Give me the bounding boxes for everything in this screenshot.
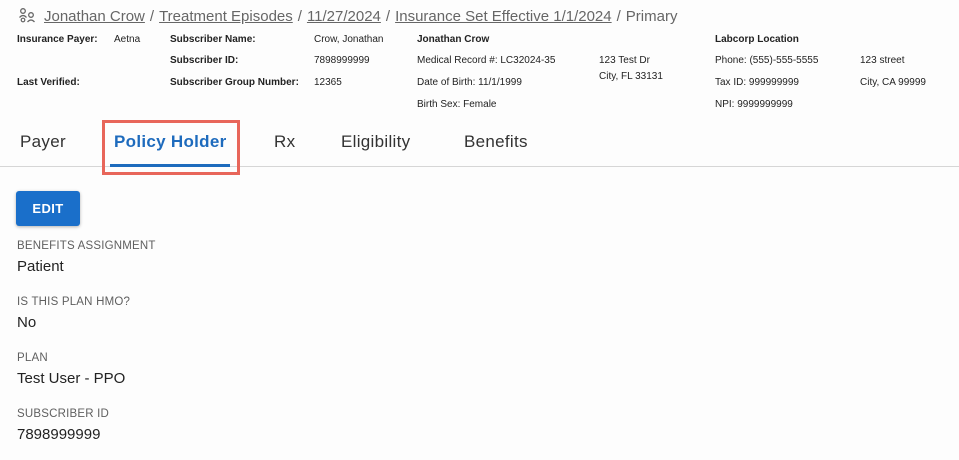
plan-value: Test User - PPO (17, 370, 126, 387)
insurance-payer-value: Aetna (114, 34, 141, 45)
breadcrumb-separator: / (297, 7, 302, 25)
subscriber-id-field-label: SUBSCRIBER ID (17, 408, 110, 420)
breadcrumb-current: Primary (625, 7, 678, 25)
plan-label: PLAN (17, 352, 48, 364)
patient-dob: Date of Birth: 11/1/1999 (417, 77, 522, 88)
subscriber-group-value: 12365 (314, 77, 342, 88)
breadcrumb-separator: / (616, 7, 621, 25)
tab-rx[interactable]: Rx (274, 132, 295, 152)
plan-hmo-label: IS THIS PLAN HMO? (17, 296, 131, 308)
last-verified-label: Last Verified: (17, 77, 80, 88)
location-tax-id: Tax ID: 999999999 (715, 77, 799, 88)
patient-name: Jonathan Crow (417, 34, 490, 45)
benefits-assignment-label: BENEFITS ASSIGNMENT (17, 240, 156, 252)
tab-payer[interactable]: Payer (20, 132, 66, 152)
location-npi: NPI: 9999999999 (715, 99, 793, 110)
tab-benefits[interactable]: Benefits (464, 132, 528, 152)
subscriber-group-label: Subscriber Group Number: (170, 77, 299, 88)
patient-medical-record: Medical Record #: LC32024-35 (417, 55, 556, 66)
patient-address-line2: City, FL 33131 (599, 71, 663, 82)
subscriber-name-label: Subscriber Name: (170, 34, 256, 45)
location-address-line1: 123 street (860, 55, 905, 66)
subscriber-id-label: Subscriber ID: (170, 55, 239, 66)
people-group-icon (18, 7, 38, 25)
subscriber-name-value: Crow, Jonathan (314, 34, 384, 45)
location-name: Labcorp Location (715, 34, 799, 45)
insurance-payer-label: Insurance Payer: (17, 34, 98, 45)
benefits-assignment-value: Patient (17, 258, 64, 275)
breadcrumb-link-patient[interactable]: Jonathan Crow (44, 8, 145, 25)
highlight-box (102, 120, 240, 175)
breadcrumb-separator: / (385, 7, 391, 25)
tab-eligibility[interactable]: Eligibility (341, 132, 410, 152)
location-phone: Phone: (555)-555-5555 (715, 55, 819, 66)
subscriber-id-value: 7898999999 (314, 55, 370, 66)
patient-birth-sex: Birth Sex: Female (417, 99, 497, 110)
subscriber-id-field-value: 7898999999 (17, 426, 101, 443)
breadcrumb: Jonathan Crow / Treatment Episodes / 11/… (18, 6, 677, 26)
breadcrumb-link-insurance-set[interactable]: Insurance Set Effective 1/1/2024 (395, 8, 612, 25)
breadcrumb-link-episode-date[interactable]: 11/27/2024 (307, 8, 381, 25)
patient-address-line1: 123 Test Dr (599, 55, 650, 66)
breadcrumb-link-treatment-episodes[interactable]: Treatment Episodes (159, 8, 293, 25)
plan-hmo-value: No (17, 314, 37, 331)
edit-button[interactable]: EDIT (16, 191, 80, 226)
location-address-line2: City, CA 99999 (860, 77, 926, 88)
breadcrumb-separator: / (149, 7, 155, 25)
